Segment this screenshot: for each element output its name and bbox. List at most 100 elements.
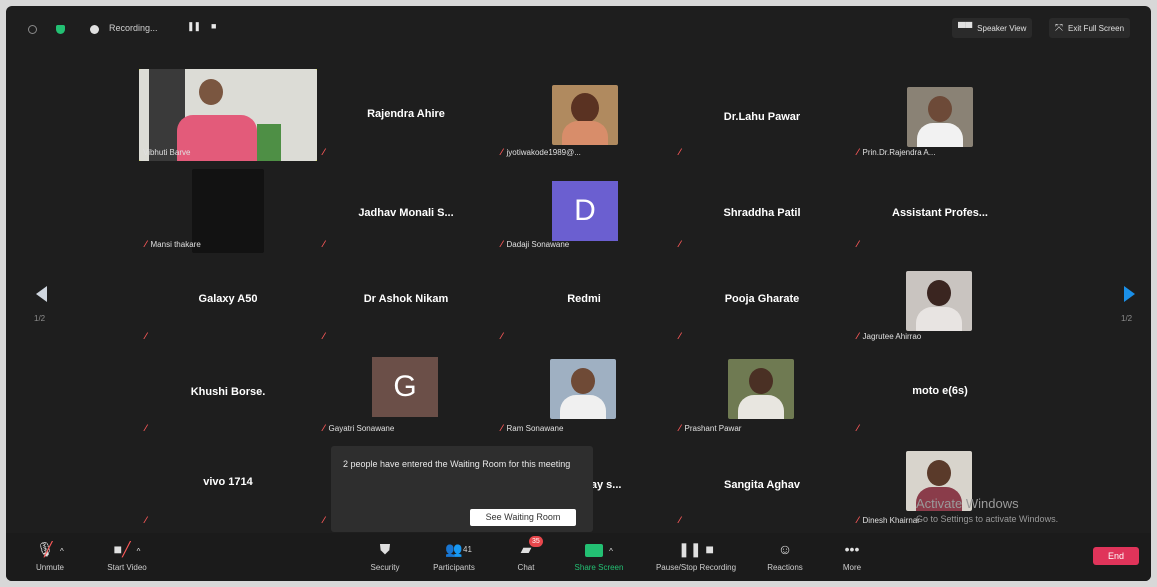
pause-stop-recording-button[interactable]: ❚❚ ■ Pause/Stop Recording [646,539,746,572]
more-icon: ••• [844,541,860,557]
mic-muted-icon: ⁄ [145,331,147,341]
participant-name-tag: ⁄ [857,423,863,433]
participant-video [728,359,794,419]
participant-name: Dinesh Khairnar [862,515,920,525]
exit-fullscreen-icon: ⤧ [1055,22,1063,34]
pause-icon[interactable]: ❚❚ [187,21,201,32]
meeting-window: Recording... ❚❚ ■ ▀▀ Speaker View ⤧ Exit… [6,6,1151,581]
more-label: More [842,563,862,572]
mic-muted-icon: ⁄ [323,239,325,249]
top-bar: Recording... ❚❚ ■ ▀▀ Speaker View ⤧ Exit… [6,6,1151,46]
video-tile[interactable]: ⁄ Ram Sonawane [495,345,673,437]
share-screen-label: Share Screen [574,563,624,572]
participant-video [192,169,264,253]
participant-name: Mansi thakare [150,239,201,249]
participant-name-tag: ⁄ [679,331,685,341]
mic-muted-icon: ⁄ [501,423,503,433]
video-tile[interactable]: ⁄ Mansi thakare [139,161,317,253]
participant-name: Ram Sonawane [506,423,564,433]
mic-muted-icon: ⁄ [501,239,503,249]
mic-muted-icon: ⁄ [679,331,681,341]
next-page-arrow-icon[interactable] [1124,286,1135,302]
video-tile[interactable]: ⁄ Prashant Pawar [673,345,851,437]
page-indicator-right: 1/2 [1121,314,1133,323]
mic-muted-icon: ⁄ [857,423,859,433]
video-tile[interactable]: Dr.Lahu Pawar ⁄ [673,69,851,161]
waiting-room-message: 2 people have entered the Waiting Room f… [343,459,571,469]
start-video-button[interactable]: ■╱ ^ Start Video [84,539,170,572]
mic-muted-icon: ⁄ [323,147,325,157]
participant-name-tag: ⁄ [501,331,507,341]
video-tile[interactable]: Shraddha Patil ⁄ [673,161,851,253]
pause-stop-recording-label: Pause/Stop Recording [655,563,737,572]
exit-fullscreen-button[interactable]: ⤧ Exit Full Screen [1049,18,1131,38]
participant-name: Prin.Dr.Rajendra A... [862,147,936,157]
video-tile[interactable]: Khushi Borse. ⁄ [139,345,317,437]
speaker-view-label: Speaker View [977,23,1027,33]
stop-icon[interactable]: ■ [211,21,217,31]
exit-fullscreen-label: Exit Full Screen [1068,23,1125,33]
unmute-button[interactable]: 🎙 ╱ ^ Unmute [10,539,90,572]
video-tile[interactable]: Redmi ⁄ [495,253,673,345]
video-tile[interactable]: ⁄ Jagrutee Ahirrao [851,253,1029,345]
participant-name-tag: ⁄ Mansi thakare [145,239,201,249]
video-tile[interactable]: Vibhuti Barve [139,69,317,161]
avatar: G [372,357,438,417]
participant-name-tag: ⁄ [145,515,151,525]
participant-name-large: Dr Ashok Nikam [363,293,449,305]
video-tile[interactable]: Pooja Gharate ⁄ [673,253,851,345]
participant-name-tag: Vibhuti Barve [143,148,190,157]
participant-name-tag: ⁄ [145,423,151,433]
participant-name-large: Redmi [567,293,601,305]
participant-video [550,359,616,419]
participant-video [907,87,973,147]
participant-name: Jagrutee Ahirrao [862,331,922,341]
info-icon[interactable] [28,25,37,34]
participant-name-tag: ⁄ jyotiwakode1989@... [501,147,581,157]
video-tile[interactable]: G ⁄ Gayatri Sonawane [317,345,495,437]
share-screen-icon: ^ [556,539,642,559]
participants-count: 41 [463,545,472,554]
mic-muted-icon: ⁄ [145,423,147,433]
video-tile[interactable]: Dr Ashok Nikam ⁄ [317,253,495,345]
participant-name: Prashant Pawar [684,423,742,433]
participant-name-large: Assistant Profes... [892,207,988,219]
video-tile[interactable]: Assistant Profes... ⁄ [851,161,1029,253]
page-indicator-left: 1/2 [34,314,46,323]
participant-name-large: Sangita Aghav [724,479,800,491]
pause-stop-recording-icon: ❚❚ ■ [678,541,714,557]
video-tile[interactable]: moto e(6s) ⁄ [851,345,1029,437]
mic-muted-icon: ⁄ [501,147,503,157]
video-tile[interactable]: D ⁄ Dadaji Sonawane [495,161,673,253]
participant-name-tag: ⁄ [323,239,329,249]
participant-name-tag: ⁄ [145,331,151,341]
more-button[interactable]: ••• More [809,539,895,572]
participant-name-tag: ⁄ Prashant Pawar [679,423,741,433]
mic-muted-icon: ⁄ [323,423,325,433]
video-tile[interactable]: ⁄ Prin.Dr.Rajendra A... [851,69,1029,161]
mic-muted-icon: ⁄ [679,239,681,249]
previous-page-arrow-icon[interactable] [36,286,47,302]
video-tile[interactable]: Jadhav Monali S... ⁄ [317,161,495,253]
participant-name-tag: ⁄ [679,239,685,249]
mic-muted-icon: ⁄ [145,515,147,525]
mic-muted-icon: ⁄ [857,331,859,341]
speaker-view-button[interactable]: ▀▀ Speaker View [952,18,1033,38]
video-tile[interactable]: Galaxy A50 ⁄ [139,253,317,345]
video-tile[interactable]: ⁄ jyotiwakode1989@... [495,69,673,161]
video-tile[interactable]: Rajendra Ahire ⁄ [317,69,495,161]
video-tile[interactable]: Sangita Aghav ⁄ [673,437,851,529]
video-tile[interactable]: vivo 1714 ⁄ [139,437,317,529]
share-screen-button[interactable]: ^ Share Screen [556,539,642,572]
see-waiting-room-button[interactable]: See Waiting Room [470,509,576,526]
participant-name-large: moto e(6s) [912,385,968,397]
shield-icon[interactable] [56,25,65,34]
mic-muted-icon: 🎙 ╱ ^ [36,541,64,557]
end-meeting-button[interactable]: End [1093,547,1139,565]
participant-name-tag: ⁄ Dinesh Khairnar [857,515,920,525]
mic-muted-icon: ⁄ [679,147,681,157]
mic-muted-icon: ⁄ [323,515,325,525]
mic-muted-icon: ⁄ [857,239,859,249]
participant-name-tag: ⁄ [323,515,329,525]
participant-name-tag: ⁄ [857,239,863,249]
